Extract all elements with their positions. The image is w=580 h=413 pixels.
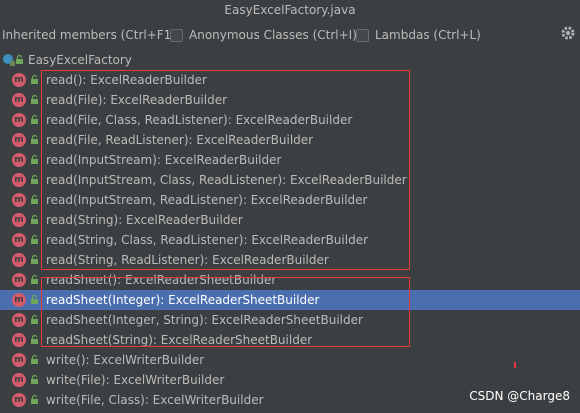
lock-open-icon <box>16 55 23 64</box>
lock-open-icon <box>31 275 38 284</box>
lock-open-icon <box>31 355 38 364</box>
method-label: readSheet(String): ExcelReaderSheetBuild… <box>46 333 313 347</box>
method-node[interactable]: m read(String, Class, ReadListener): Exce… <box>0 230 580 250</box>
lock-open-icon <box>31 395 38 404</box>
lock-open-icon <box>31 235 38 244</box>
checkbox-icon[interactable] <box>356 28 369 42</box>
method-label: write(): ExcelWriterBuilder <box>46 353 205 367</box>
method-icon: m <box>12 93 26 107</box>
lock-open-icon <box>31 75 38 84</box>
method-node[interactable]: m read(String, ReadListener): ExcelReader… <box>0 250 580 270</box>
class-name: EasyExcelFactory <box>28 53 132 67</box>
method-icon: m <box>12 73 26 87</box>
method-icon: m <box>12 153 26 167</box>
lock-open-icon <box>31 335 38 344</box>
method-label: read(File, Class, ReadListener): ExcelRe… <box>46 113 353 127</box>
method-label: read(InputStream, Class, ReadListener): … <box>46 173 407 187</box>
lock-open-icon <box>31 195 38 204</box>
method-node[interactable]: m read(File): ExcelReaderBuilder <box>0 90 580 110</box>
lock-open-icon <box>31 295 38 304</box>
method-node[interactable]: m write(): ExcelWriterBuilder <box>0 350 580 370</box>
method-node[interactable]: m readSheet(Integer): ExcelReaderSheetBui… <box>0 290 580 310</box>
red-tick-mark <box>514 362 516 368</box>
lock-open-icon <box>31 375 38 384</box>
method-label: write(File): ExcelWriterBuilder <box>46 373 225 387</box>
class-node[interactable]: EasyExcelFactory <box>0 50 580 70</box>
method-icon: m <box>12 253 26 267</box>
method-node[interactable]: m write(File): ExcelWriterBuilder <box>0 370 580 390</box>
method-icon: m <box>12 333 26 347</box>
method-icon: m <box>12 193 26 207</box>
lock-open-icon <box>31 255 38 264</box>
method-label: readSheet(): ExcelReaderSheetBuilder <box>46 273 277 287</box>
method-icon: m <box>12 393 26 407</box>
lambdas-checkbox[interactable]: Lambdas (Ctrl+L) <box>356 26 481 44</box>
lock-open-icon <box>31 95 38 104</box>
lock-open-icon <box>31 155 38 164</box>
method-icon: m <box>12 233 26 247</box>
method-icon: m <box>12 113 26 127</box>
gear-icon[interactable] <box>560 25 576 41</box>
method-label: read(): ExcelReaderBuilder <box>46 73 207 87</box>
method-icon: m <box>12 173 26 187</box>
method-icon: m <box>12 293 26 307</box>
method-icon: m <box>12 133 26 147</box>
method-node[interactable]: m readSheet(String): ExcelReaderSheetBuil… <box>0 330 580 350</box>
method-label: read(File): ExcelReaderBuilder <box>46 93 228 107</box>
lock-open-icon <box>31 175 38 184</box>
lock-open-icon <box>31 115 38 124</box>
method-label: read(String, Class, ReadListener): Excel… <box>46 233 369 247</box>
lock-open-icon <box>31 135 38 144</box>
method-node[interactable]: m read(InputStream, Class, ReadListener):… <box>0 170 580 190</box>
method-node[interactable]: m read(String): ExcelReaderBuilder <box>0 210 580 230</box>
method-icon: m <box>12 373 26 387</box>
method-node[interactable]: m read(File, Class, ReadListener): ExcelR… <box>0 110 580 130</box>
method-icon: m <box>12 353 26 367</box>
structure-tree[interactable]: EasyExcelFactory m read(): ExcelReaderBui… <box>0 48 580 413</box>
method-label: read(InputStream): ExcelReaderBuilder <box>46 153 282 167</box>
lock-open-icon <box>31 315 38 324</box>
class-icon <box>3 54 15 66</box>
method-icon: m <box>12 313 26 327</box>
method-node[interactable]: m read(InputStream, ReadListener): ExcelR… <box>0 190 580 210</box>
anonymous-classes-label: Anonymous Classes (Ctrl+I) <box>189 28 357 42</box>
method-icon: m <box>12 273 26 287</box>
method-node[interactable]: m read(): ExcelReaderBuilder <box>0 70 580 90</box>
lambdas-label: Lambdas (Ctrl+L) <box>375 28 481 42</box>
watermark: CSDN @Charge8 <box>469 389 570 403</box>
inherited-members-label: Inherited members (Ctrl+F12) <box>2 28 184 42</box>
method-label: read(File, ReadListener): ExcelReaderBui… <box>46 133 314 147</box>
method-label: write(File, Class): ExcelWriterBuilder <box>46 393 264 407</box>
method-icon: m <box>12 213 26 227</box>
lock-open-icon <box>31 215 38 224</box>
method-label: readSheet(Integer, String): ExcelReaderS… <box>46 313 363 327</box>
method-node[interactable]: m readSheet(Integer, String): ExcelReader… <box>0 310 580 330</box>
anonymous-classes-checkbox[interactable]: Anonymous Classes (Ctrl+I) <box>170 26 357 44</box>
method-node[interactable]: m readSheet(): ExcelReaderSheetBuilder <box>0 270 580 290</box>
method-label: read(InputStream, ReadListener): ExcelRe… <box>46 193 368 207</box>
checkbox-icon[interactable] <box>170 28 183 42</box>
method-node[interactable]: m read(InputStream): ExcelReaderBuilder <box>0 150 580 170</box>
window-title: EasyExcelFactory.java <box>0 0 580 23</box>
method-label: read(String): ExcelReaderBuilder <box>46 213 243 227</box>
inherited-members-toggle[interactable]: Inherited members (Ctrl+F12) <box>2 26 184 44</box>
method-node[interactable]: m read(File, ReadListener): ExcelReaderBu… <box>0 130 580 150</box>
toolbar: Inherited members (Ctrl+F12) Anonymous C… <box>0 22 580 49</box>
method-label: read(String, ReadListener): ExcelReaderB… <box>46 253 329 267</box>
method-label: readSheet(Integer): ExcelReaderSheetBuil… <box>46 293 320 307</box>
